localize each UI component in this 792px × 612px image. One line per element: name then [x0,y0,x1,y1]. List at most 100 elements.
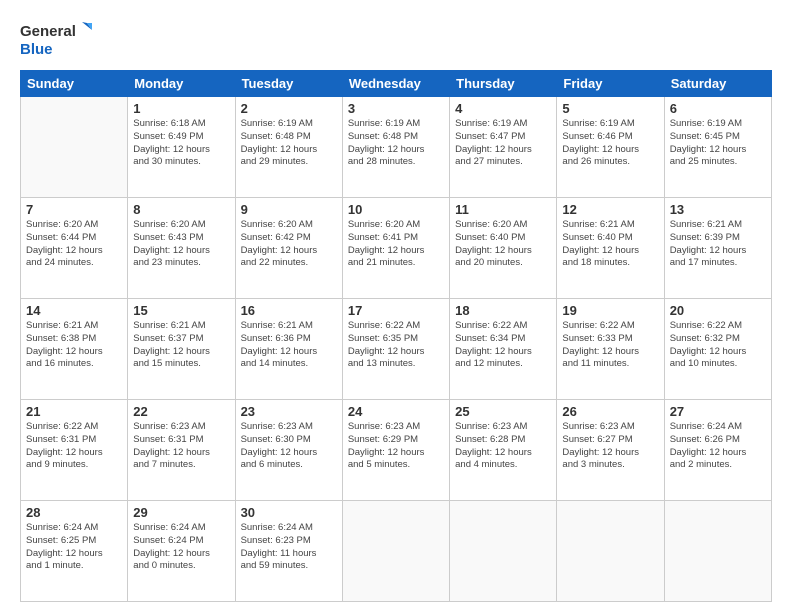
calendar-cell: 14 Sunrise: 6:21 AM Sunset: 6:38 PM Dayli… [21,299,128,400]
day-number: 20 [670,303,766,318]
day-number: 11 [455,202,551,217]
calendar-cell: 13 Sunrise: 6:21 AM Sunset: 6:39 PM Dayli… [664,198,771,299]
day-info: Sunrise: 6:23 AM Sunset: 6:28 PM Dayligh… [455,421,551,472]
day-info: Sunrise: 6:21 AM Sunset: 6:38 PM Dayligh… [26,320,122,371]
calendar-cell [664,501,771,602]
calendar-cell [342,501,449,602]
day-info: Sunrise: 6:20 AM Sunset: 6:44 PM Dayligh… [26,219,122,270]
calendar-cell: 3 Sunrise: 6:19 AM Sunset: 6:48 PM Daylig… [342,97,449,198]
calendar-cell: 2 Sunrise: 6:19 AM Sunset: 6:48 PM Daylig… [235,97,342,198]
weekday-header: Wednesday [342,71,449,97]
day-number: 17 [348,303,444,318]
day-number: 2 [241,101,337,116]
day-number: 10 [348,202,444,217]
logo: General Blue [20,18,92,60]
day-number: 29 [133,505,229,520]
day-info: Sunrise: 6:18 AM Sunset: 6:49 PM Dayligh… [133,118,229,169]
day-info: Sunrise: 6:19 AM Sunset: 6:45 PM Dayligh… [670,118,766,169]
day-number: 24 [348,404,444,419]
day-info: Sunrise: 6:24 AM Sunset: 6:23 PM Dayligh… [241,522,337,573]
day-info: Sunrise: 6:19 AM Sunset: 6:48 PM Dayligh… [241,118,337,169]
day-info: Sunrise: 6:21 AM Sunset: 6:39 PM Dayligh… [670,219,766,270]
calendar-cell: 12 Sunrise: 6:21 AM Sunset: 6:40 PM Dayli… [557,198,664,299]
weekday-header: Sunday [21,71,128,97]
weekday-header: Saturday [664,71,771,97]
calendar-week-row: 21Sunrise: 6:22 AM Sunset: 6:31 PM Dayli… [21,400,772,501]
weekday-header: Friday [557,71,664,97]
calendar-table: SundayMondayTuesdayWednesdayThursdayFrid… [20,70,772,602]
day-info: Sunrise: 6:23 AM Sunset: 6:29 PM Dayligh… [348,421,444,472]
calendar-cell: 10 Sunrise: 6:20 AM Sunset: 6:41 PM Dayli… [342,198,449,299]
day-number: 12 [562,202,658,217]
day-number: 18 [455,303,551,318]
calendar-cell: 9Sunrise: 6:20 AM Sunset: 6:42 PM Daylig… [235,198,342,299]
calendar-cell: 8 Sunrise: 6:20 AM Sunset: 6:43 PM Daylig… [128,198,235,299]
day-number: 25 [455,404,551,419]
svg-text:General: General [20,23,76,40]
day-number: 7 [26,202,122,217]
day-info: Sunrise: 6:19 AM Sunset: 6:46 PM Dayligh… [562,118,658,169]
calendar-cell [450,501,557,602]
day-info: Sunrise: 6:23 AM Sunset: 6:30 PM Dayligh… [241,421,337,472]
day-info: Sunrise: 6:20 AM Sunset: 6:42 PM Dayligh… [241,219,337,270]
day-number: 19 [562,303,658,318]
weekday-header: Monday [128,71,235,97]
weekday-header: Thursday [450,71,557,97]
day-info: Sunrise: 6:19 AM Sunset: 6:47 PM Dayligh… [455,118,551,169]
day-number: 13 [670,202,766,217]
day-info: Sunrise: 6:24 AM Sunset: 6:26 PM Dayligh… [670,421,766,472]
day-number: 5 [562,101,658,116]
calendar-cell: 22Sunrise: 6:23 AM Sunset: 6:31 PM Dayli… [128,400,235,501]
calendar-cell: 29 Sunrise: 6:24 AM Sunset: 6:24 PM Dayli… [128,501,235,602]
calendar-cell: 23 Sunrise: 6:23 AM Sunset: 6:30 PM Dayli… [235,400,342,501]
day-number: 14 [26,303,122,318]
day-number: 6 [670,101,766,116]
day-number: 30 [241,505,337,520]
calendar-cell: 19 Sunrise: 6:22 AM Sunset: 6:33 PM Dayli… [557,299,664,400]
calendar-cell: 6 Sunrise: 6:19 AM Sunset: 6:45 PM Daylig… [664,97,771,198]
day-info: Sunrise: 6:22 AM Sunset: 6:32 PM Dayligh… [670,320,766,371]
day-info: Sunrise: 6:24 AM Sunset: 6:24 PM Dayligh… [133,522,229,573]
calendar-cell [21,97,128,198]
weekday-header-row: SundayMondayTuesdayWednesdayThursdayFrid… [21,71,772,97]
calendar-week-row: 28Sunrise: 6:24 AM Sunset: 6:25 PM Dayli… [21,501,772,602]
weekday-header: Tuesday [235,71,342,97]
day-info: Sunrise: 6:20 AM Sunset: 6:40 PM Dayligh… [455,219,551,270]
calendar-cell: 27 Sunrise: 6:24 AM Sunset: 6:26 PM Dayli… [664,400,771,501]
day-number: 21 [26,404,122,419]
page: General Blue SundayMondayTuesdayWednesda… [0,0,792,612]
day-info: Sunrise: 6:20 AM Sunset: 6:43 PM Dayligh… [133,219,229,270]
calendar-cell: 16Sunrise: 6:21 AM Sunset: 6:36 PM Dayli… [235,299,342,400]
calendar-week-row: 7 Sunrise: 6:20 AM Sunset: 6:44 PM Daylig… [21,198,772,299]
day-info: Sunrise: 6:22 AM Sunset: 6:33 PM Dayligh… [562,320,658,371]
day-number: 23 [241,404,337,419]
calendar-cell: 30 Sunrise: 6:24 AM Sunset: 6:23 PM Dayli… [235,501,342,602]
day-number: 27 [670,404,766,419]
logo-svg: General Blue [20,18,92,60]
calendar-cell: 25 Sunrise: 6:23 AM Sunset: 6:28 PM Dayli… [450,400,557,501]
day-number: 15 [133,303,229,318]
calendar-cell: 11 Sunrise: 6:20 AM Sunset: 6:40 PM Dayli… [450,198,557,299]
calendar-cell: 17 Sunrise: 6:22 AM Sunset: 6:35 PM Dayli… [342,299,449,400]
day-number: 1 [133,101,229,116]
calendar-cell: 24 Sunrise: 6:23 AM Sunset: 6:29 PM Dayli… [342,400,449,501]
day-info: Sunrise: 6:22 AM Sunset: 6:34 PM Dayligh… [455,320,551,371]
day-info: Sunrise: 6:21 AM Sunset: 6:36 PM Dayligh… [241,320,337,371]
day-number: 22 [133,404,229,419]
day-info: Sunrise: 6:21 AM Sunset: 6:40 PM Dayligh… [562,219,658,270]
day-number: 4 [455,101,551,116]
calendar-week-row: 1 Sunrise: 6:18 AM Sunset: 6:49 PM Daylig… [21,97,772,198]
day-info: Sunrise: 6:19 AM Sunset: 6:48 PM Dayligh… [348,118,444,169]
day-number: 8 [133,202,229,217]
day-number: 3 [348,101,444,116]
day-info: Sunrise: 6:21 AM Sunset: 6:37 PM Dayligh… [133,320,229,371]
calendar-week-row: 14 Sunrise: 6:21 AM Sunset: 6:38 PM Dayli… [21,299,772,400]
day-info: Sunrise: 6:23 AM Sunset: 6:27 PM Dayligh… [562,421,658,472]
day-info: Sunrise: 6:20 AM Sunset: 6:41 PM Dayligh… [348,219,444,270]
calendar-cell: 21Sunrise: 6:22 AM Sunset: 6:31 PM Dayli… [21,400,128,501]
calendar-cell: 20 Sunrise: 6:22 AM Sunset: 6:32 PM Dayli… [664,299,771,400]
calendar-cell: 1 Sunrise: 6:18 AM Sunset: 6:49 PM Daylig… [128,97,235,198]
calendar-cell: 26 Sunrise: 6:23 AM Sunset: 6:27 PM Dayli… [557,400,664,501]
day-number: 26 [562,404,658,419]
day-info: Sunrise: 6:22 AM Sunset: 6:35 PM Dayligh… [348,320,444,371]
